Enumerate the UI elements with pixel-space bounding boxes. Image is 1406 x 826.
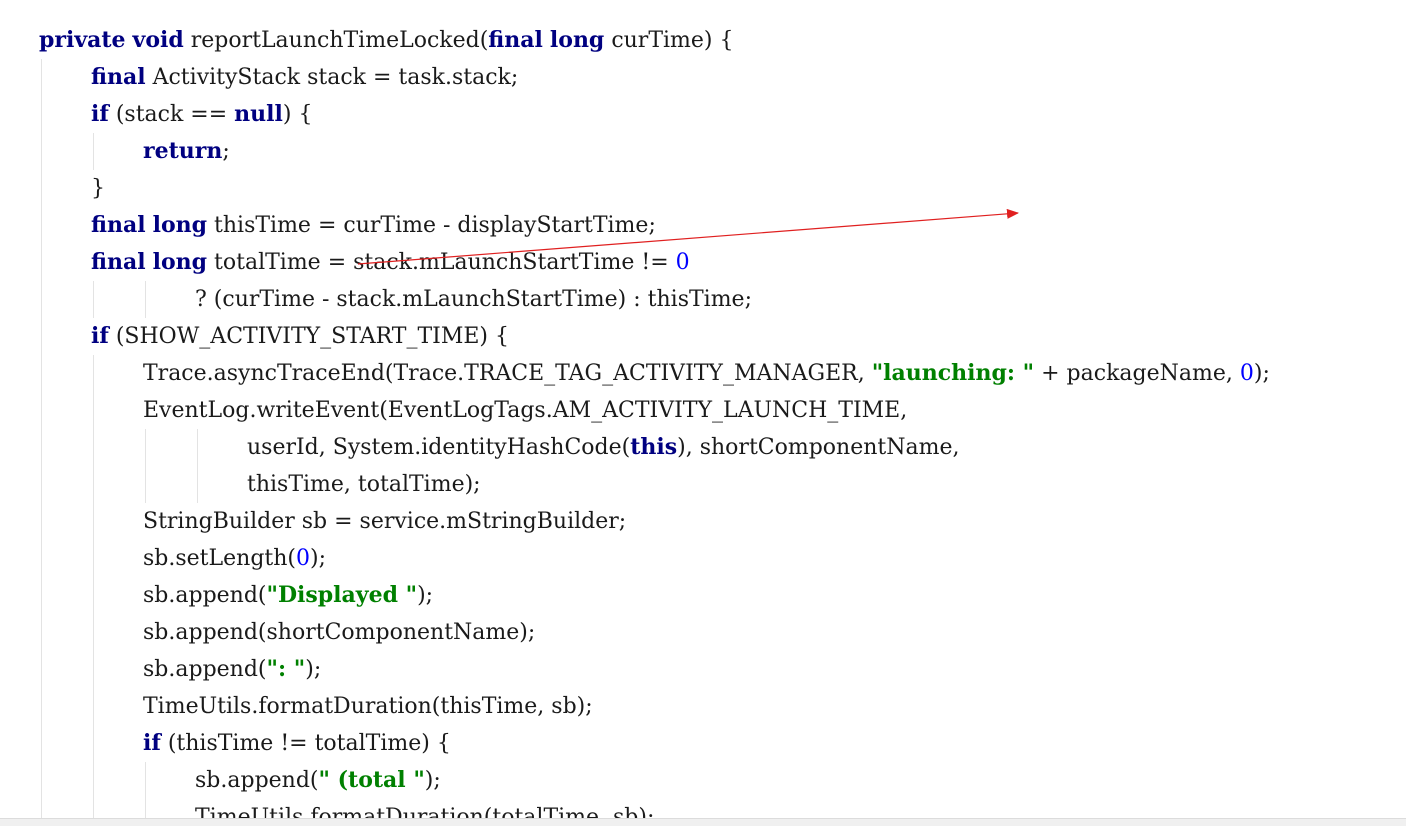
code-line[interactable]: if (stack == null) { bbox=[91, 96, 312, 133]
code-token: void bbox=[132, 27, 184, 53]
horizontal-scrollbar[interactable] bbox=[0, 818, 1406, 826]
code-token: totalTime = stack.mLaunchStartTime != bbox=[207, 250, 676, 275]
code-token: final bbox=[91, 249, 146, 275]
code-token: sb.append( bbox=[143, 657, 267, 682]
code-token: "Displayed " bbox=[266, 582, 418, 608]
code-token: long bbox=[152, 212, 208, 238]
code-token: final bbox=[91, 212, 146, 238]
code-token: userId, System.identityHashCode( bbox=[247, 435, 631, 460]
code-token: sb.append( bbox=[195, 768, 319, 793]
code-token: ); bbox=[305, 657, 322, 682]
indent-guide bbox=[145, 281, 146, 318]
code-token: null bbox=[234, 101, 283, 127]
code-editor[interactable]: private void reportLaunchTimeLocked(fina… bbox=[0, 0, 1406, 818]
code-line[interactable]: thisTime, totalTime); bbox=[247, 466, 481, 503]
indent-guide bbox=[41, 59, 42, 818]
code-token: sb.append( bbox=[143, 583, 267, 608]
code-line[interactable]: ? (curTime - stack.mLaunchStartTime) : t… bbox=[195, 281, 752, 318]
code-token: final bbox=[488, 27, 543, 53]
code-line[interactable]: TimeUtils.formatDuration(thisTime, sb); bbox=[143, 688, 593, 725]
indent-guide bbox=[197, 429, 198, 503]
code-token: thisTime = curTime - displayStartTime; bbox=[207, 213, 656, 238]
code-token: (stack == bbox=[108, 102, 235, 127]
code-token: ": " bbox=[266, 656, 306, 682]
code-line[interactable]: final ActivityStack stack = task.stack; bbox=[91, 59, 518, 96]
code-line[interactable]: userId, System.identityHashCode(this), s… bbox=[247, 429, 960, 466]
code-line[interactable]: sb.append("Displayed "); bbox=[143, 577, 433, 614]
code-line[interactable]: final long totalTime = stack.mLaunchStar… bbox=[91, 244, 690, 281]
code-token: reportLaunchTimeLocked( bbox=[183, 28, 489, 53]
code-line[interactable]: if (SHOW_ACTIVITY_START_TIME) { bbox=[91, 318, 509, 355]
code-token: long bbox=[549, 27, 605, 53]
code-token: ); bbox=[417, 583, 434, 608]
code-line[interactable]: sb.append(": "); bbox=[143, 651, 321, 688]
code-token: ActivityStack stack = task.stack; bbox=[145, 65, 519, 90]
code-token: } bbox=[91, 176, 105, 201]
code-token: (SHOW_ACTIVITY_START_TIME) { bbox=[108, 324, 509, 349]
indent-guide bbox=[93, 281, 94, 318]
code-token: " (total " bbox=[318, 767, 425, 793]
code-line[interactable]: final long thisTime = curTime - displayS… bbox=[91, 207, 656, 244]
code-token: thisTime, totalTime); bbox=[247, 472, 481, 497]
code-token: this bbox=[630, 434, 678, 460]
code-token: Trace.asyncTraceEnd(Trace.TRACE_TAG_ACTI… bbox=[143, 361, 872, 386]
code-token: curTime) { bbox=[604, 28, 734, 53]
code-token: ; bbox=[222, 139, 230, 164]
code-token: final bbox=[91, 64, 146, 90]
code-token: sb.setLength( bbox=[143, 546, 296, 571]
code-token: ); bbox=[310, 546, 326, 571]
code-line[interactable]: Trace.asyncTraceEnd(Trace.TRACE_TAG_ACTI… bbox=[143, 355, 1270, 392]
code-line[interactable]: sb.append(shortComponentName); bbox=[143, 614, 535, 651]
indent-guide bbox=[145, 429, 146, 503]
code-token: if bbox=[143, 730, 161, 756]
code-token: ); bbox=[1253, 361, 1270, 386]
code-token: sb.append(shortComponentName); bbox=[143, 620, 536, 645]
code-token: 0 bbox=[296, 546, 310, 571]
code-line[interactable]: if (thisTime != totalTime) { bbox=[143, 725, 451, 762]
code-token: StringBuilder sb = service.mStringBuilde… bbox=[143, 509, 627, 534]
code-token: ), shortComponentName, bbox=[677, 435, 960, 460]
indent-guide bbox=[145, 762, 146, 818]
code-line[interactable]: sb.setLength(0); bbox=[143, 540, 326, 577]
code-token: EventLog.writeEvent(EventLogTags.AM_ACTI… bbox=[143, 398, 908, 423]
code-token: ) { bbox=[282, 102, 313, 127]
code-token: + packageName, bbox=[1034, 361, 1240, 386]
code-token: long bbox=[152, 249, 208, 275]
code-line[interactable]: TimeUtils.formatDuration(totalTime, sb); bbox=[195, 799, 654, 818]
indent-guide bbox=[93, 355, 94, 818]
code-line[interactable]: } bbox=[91, 170, 105, 207]
code-token: ? (curTime - stack.mLaunchStartTime) : t… bbox=[195, 287, 752, 312]
code-line[interactable]: StringBuilder sb = service.mStringBuilde… bbox=[143, 503, 626, 540]
code-line[interactable]: EventLog.writeEvent(EventLogTags.AM_ACTI… bbox=[143, 392, 907, 429]
code-line[interactable]: sb.append(" (total "); bbox=[195, 762, 441, 799]
code-line[interactable]: return; bbox=[143, 133, 230, 170]
indent-guide bbox=[93, 133, 94, 170]
code-line[interactable]: private void reportLaunchTimeLocked(fina… bbox=[39, 22, 734, 59]
code-token: 0 bbox=[1239, 361, 1254, 386]
code-token: (thisTime != totalTime) { bbox=[160, 731, 451, 756]
code-token: TimeUtils.formatDuration(totalTime, sb); bbox=[195, 805, 655, 818]
code-token: private bbox=[39, 27, 126, 53]
code-token: return bbox=[143, 138, 223, 164]
code-token: if bbox=[91, 323, 109, 349]
code-token: "launching: " bbox=[871, 360, 1035, 386]
code-token: ); bbox=[424, 768, 441, 793]
code-token: TimeUtils.formatDuration(thisTime, sb); bbox=[143, 694, 593, 719]
code-token: 0 bbox=[675, 250, 690, 275]
code-token: if bbox=[91, 101, 109, 127]
